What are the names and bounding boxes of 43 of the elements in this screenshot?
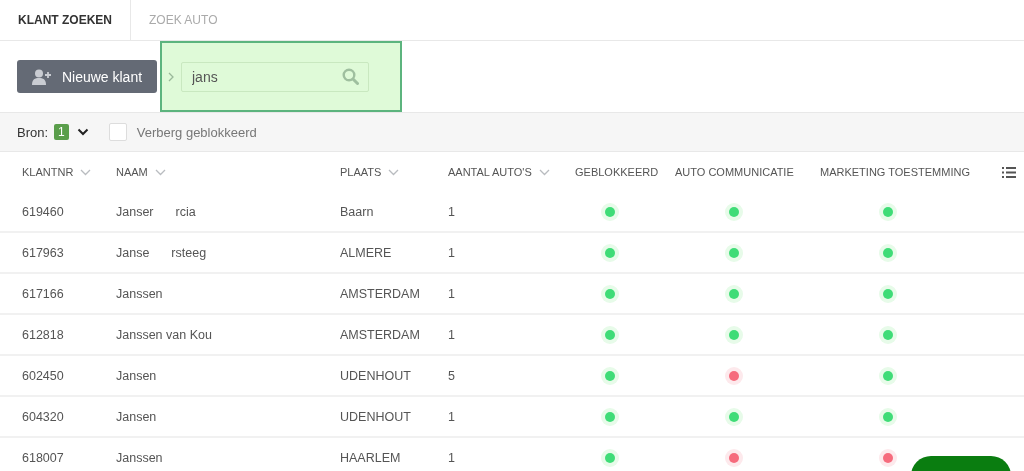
car-count: 5 bbox=[448, 368, 455, 383]
car-count: 1 bbox=[448, 327, 455, 342]
column-header[interactable]: AANTAL AUTO'S bbox=[448, 166, 532, 178]
customer-number: 617166 bbox=[22, 286, 64, 301]
customer-number: 604320 bbox=[22, 409, 64, 424]
column-header[interactable]: KLANTNR bbox=[22, 166, 74, 178]
customer-name: Janssen bbox=[116, 450, 163, 465]
city: Baarn bbox=[340, 204, 374, 219]
car-count: 1 bbox=[448, 286, 455, 301]
customer-number: 619460 bbox=[22, 204, 64, 219]
source-label: Bron: bbox=[17, 124, 49, 140]
city: UDENHOUT bbox=[340, 409, 411, 424]
car-count: 1 bbox=[448, 204, 455, 219]
city: AMSTERDAM bbox=[340, 327, 420, 342]
city: HAARLEM bbox=[340, 450, 401, 465]
customer-name: rcia bbox=[175, 204, 196, 219]
customer-number: 617963 bbox=[22, 245, 64, 260]
city: ALMERE bbox=[340, 245, 392, 260]
city: AMSTERDAM bbox=[340, 286, 420, 301]
source-count-badge: 1 bbox=[54, 124, 69, 140]
car-count: 1 bbox=[448, 409, 455, 424]
customer-name: Janse bbox=[116, 245, 150, 260]
customer-number: 618007 bbox=[22, 450, 64, 465]
search-field[interactable]: jans bbox=[181, 61, 369, 92]
column-header[interactable]: MARKETING TOESTEMMING bbox=[820, 166, 970, 178]
customer-name: Janser bbox=[116, 204, 154, 219]
column-header[interactable]: GEBLOKKEERD bbox=[575, 166, 659, 178]
column-header[interactable]: NAAM bbox=[116, 166, 148, 178]
city: UDENHOUT bbox=[340, 368, 411, 383]
new-customer-button[interactable]: Nieuwe klant bbox=[17, 60, 157, 93]
customer-name: rsteeg bbox=[171, 245, 207, 260]
car-count: 1 bbox=[448, 450, 455, 465]
customer-number: 602450 bbox=[22, 368, 64, 383]
checkbox-label: Verberg geblokkeerd bbox=[136, 124, 257, 140]
customer-name: Jansen bbox=[116, 409, 157, 424]
customer-number: 612818 bbox=[22, 327, 64, 342]
customer-name: Janssen bbox=[116, 286, 163, 301]
customer-name: Jansen bbox=[116, 368, 157, 383]
column-header[interactable]: PLAATS bbox=[340, 166, 382, 178]
customer-name: Janssen van Kou bbox=[116, 327, 212, 342]
column-header[interactable]: AUTO COMMUNICATIE bbox=[675, 166, 794, 178]
car-count: 1 bbox=[448, 245, 455, 260]
tab[interactable]: KLANT ZOEKEN bbox=[0, 0, 131, 40]
